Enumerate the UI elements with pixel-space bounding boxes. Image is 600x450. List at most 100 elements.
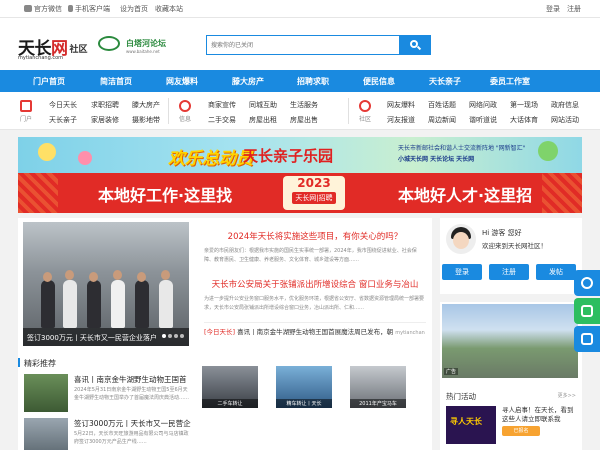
subnav-link[interactable]: 商家宣传 xyxy=(208,100,236,110)
news-summary: 亲爱的市民朋友们：根据我市实施的国民生实事统一部署，2024年，我市围绕促进就业… xyxy=(204,248,417,263)
listing-thumb[interactable]: 2011年产宝马车 xyxy=(350,366,406,408)
news-title[interactable]: 2024年天长将实施这些项目，有你关心的吗？ xyxy=(204,230,426,242)
phone-icon xyxy=(68,5,73,12)
subnav-category-portal[interactable]: 门户 xyxy=(16,100,36,123)
divider xyxy=(168,98,169,124)
ad-image xyxy=(442,304,578,378)
subnav-link[interactable]: 摄影地带 xyxy=(132,115,160,125)
balloon-decoration xyxy=(538,141,558,161)
subnav-link[interactable]: 天长亲子 xyxy=(49,115,77,125)
partner-logo[interactable]: 白塔河论坛 www.baitahe.net xyxy=(98,36,166,54)
wechat-icon xyxy=(24,5,32,12)
sub-nav: 门户 今日天长 求职招聘 滕大房产 天长亲子 家居装修 摄影地带 信息 商家宣传… xyxy=(0,92,600,130)
subnav-link[interactable]: 周边新闻 xyxy=(428,115,456,125)
main-content: 签订3000万元丨天长市又一民营企业落户 2024年天长将实施这些项目，有你关心… xyxy=(18,218,432,450)
leaf-icon xyxy=(98,36,120,51)
news-summary: 为进一步提升公安业务窗口服务水平，优化服务环境，根据省公安厅、省数据资源管理局统… xyxy=(204,296,425,311)
subnav-link[interactable]: 同城互助 xyxy=(249,100,277,110)
subnav-link[interactable]: 网站活动 xyxy=(551,115,579,125)
topbar-set-homepage[interactable]: 设为首页 xyxy=(120,4,148,14)
register-button[interactable]: 注册 xyxy=(489,264,529,280)
float-service-button[interactable] xyxy=(574,270,600,296)
feature-image xyxy=(24,418,68,450)
community-icon xyxy=(359,100,371,112)
subnav-link[interactable]: 政府信息 xyxy=(551,100,579,110)
user-card: Hi 游客 您好 欢迎来到天长网社区！ 登录 注册 发帖 xyxy=(440,218,582,294)
section-title: 热门活动 xyxy=(446,392,476,401)
listing-thumb[interactable]: 二手车转让 xyxy=(202,366,258,408)
side-ad[interactable]: 广告 xyxy=(440,302,582,394)
balloon-decoration xyxy=(78,151,92,165)
activity-title[interactable]: 寻人启事！在天长，看到这些人请立即联系我 xyxy=(502,406,578,424)
float-app-button[interactable] xyxy=(574,326,600,352)
hot-activities: 热门活动 更多>> 寻人天长 寻人启事！在天长，看到这些人请立即联系我 已报名 xyxy=(440,386,582,450)
site-header: 天长网 社区 mytianchang.com 白塔河论坛 www.baitahe.… xyxy=(0,18,600,70)
main-nav: 门户首页 简洁首页 网友爆料 滕大房产 招聘求职 便民信息 天长亲子 委员工作室 xyxy=(0,70,600,92)
login-button[interactable]: 登录 xyxy=(442,264,482,280)
featured-item[interactable]: 签订3000万元丨天长市又一民营企 5月22日，天长市天旺旅游用品有限公司与马店… xyxy=(24,418,191,450)
topbar-login[interactable]: 登录 xyxy=(546,4,560,14)
subnav-category-community[interactable]: 社区 xyxy=(355,100,375,123)
recruitment-banner[interactable]: 本地好工作·这里找 2023 天长网|招聘 本地好人才·这里招 xyxy=(18,173,582,213)
feature-image xyxy=(24,374,68,412)
top-bar: 官方微信 手机客户端 设为首页 收藏本站 登录 注册 xyxy=(0,0,600,18)
post-button[interactable]: 发帖 xyxy=(536,264,576,280)
recruitment-badge: 2023 天长网|招聘 xyxy=(283,176,345,210)
topbar-wechat[interactable]: 官方微信 xyxy=(24,4,62,14)
topbar-register[interactable]: 注册 xyxy=(567,4,581,14)
nav-portal-home[interactable]: 门户首页 xyxy=(33,76,65,87)
subnav-link[interactable]: 网友爆料 xyxy=(387,100,415,110)
subnav-category-info[interactable]: 信息 xyxy=(175,100,195,123)
listing-thumb[interactable]: 精车转让丨天长 xyxy=(276,366,332,408)
featured-item[interactable]: 喜讯丨南京金牛湖野生动物王国首 2024年5月31日南京金牛湖野生动物王国5至6… xyxy=(24,374,190,412)
subnav-link[interactable]: 二手交易 xyxy=(208,115,236,125)
news-title[interactable]: 天长市公安局关于张铺派出所增设综合 窗口业务与冶山 xyxy=(204,278,426,290)
chat-icon xyxy=(581,277,593,289)
more-link[interactable]: 更多>> xyxy=(558,392,576,399)
nav-jobs[interactable]: 招聘求职 xyxy=(297,76,329,87)
subnav-link[interactable]: 谐听道说 xyxy=(469,115,497,125)
subnav-link[interactable]: 第一现场 xyxy=(510,100,538,110)
divider xyxy=(348,98,349,124)
wechat-icon xyxy=(581,305,593,317)
subnav-link[interactable]: 房屋出售 xyxy=(290,115,318,125)
subnav-link[interactable]: 百姓话题 xyxy=(428,100,456,110)
subnav-link[interactable]: 求职招聘 xyxy=(91,100,119,110)
sidebar: Hi 游客 您好 欢迎来到天长网社区！ 登录 注册 发帖 广告 热门活动 更多>… xyxy=(440,218,582,450)
nav-user-reports[interactable]: 网友爆料 xyxy=(166,76,198,87)
headline-news[interactable]: 2024年天长将实施这些项目，有你关心的吗？ 亲爱的市民朋友们：根据我市实施的国… xyxy=(204,230,426,274)
activity-image[interactable]: 寻人天长 xyxy=(446,406,496,444)
subnav-link[interactable]: 生活服务 xyxy=(290,100,318,110)
site-logo[interactable]: 天长网 社区 mytianchang.com xyxy=(18,34,88,61)
subnav-link[interactable]: 房屋出租 xyxy=(249,115,277,125)
home-icon xyxy=(20,100,32,112)
subnav-link[interactable]: 滕大房产 xyxy=(132,100,160,110)
nav-real-estate[interactable]: 滕大房产 xyxy=(232,76,264,87)
subnav-link[interactable]: 今日天长 xyxy=(49,100,77,110)
headline-news[interactable]: 天长市公安局关于张铺派出所增设综合 窗口业务与冶山 为进一步提升公安业务窗口服务… xyxy=(204,278,426,322)
welcome-text: 欢迎来到天长网社区！ xyxy=(482,242,547,250)
join-button[interactable]: 已报名 xyxy=(502,426,540,436)
slider-dots[interactable] xyxy=(160,332,184,340)
avatar xyxy=(446,224,476,254)
subnav-link[interactable]: 网络问政 xyxy=(469,100,497,110)
greeting: Hi 游客 您好 xyxy=(482,229,522,237)
search-box xyxy=(206,35,431,55)
nav-committee[interactable]: 委员工作室 xyxy=(490,76,530,87)
subnav-link[interactable]: 家居装修 xyxy=(91,115,119,125)
search-input[interactable] xyxy=(206,35,400,55)
float-wechat-button[interactable] xyxy=(574,298,600,324)
info-icon xyxy=(179,100,191,112)
subnav-link[interactable]: 大话体育 xyxy=(510,115,538,125)
featured-photo-slider[interactable]: 签订3000万元丨天长市又一民营企业落户 xyxy=(23,222,189,346)
nav-convenience[interactable]: 便民信息 xyxy=(363,76,395,87)
nav-parenting[interactable]: 天长亲子 xyxy=(429,76,461,87)
topbar-bookmark[interactable]: 收藏本站 xyxy=(155,4,183,14)
news-ticker[interactable]: [今日天长] 喜讯丨南京金牛湖野生动物王国首展魔法周已发布，朝 mytianch… xyxy=(204,322,426,336)
subnav-link[interactable]: 河友报道 xyxy=(387,115,415,125)
section-title: 精彩推荐 xyxy=(18,358,56,368)
search-button[interactable] xyxy=(399,35,431,55)
parenting-banner[interactable]: 欢乐总动员 天长亲子乐园 天长市新邮社会和谐人士交流新阵地 "网新智汇" 小城天… xyxy=(18,137,582,173)
nav-simple-home[interactable]: 简洁首页 xyxy=(100,76,132,87)
topbar-mobile-app[interactable]: 手机客户端 xyxy=(68,4,110,14)
